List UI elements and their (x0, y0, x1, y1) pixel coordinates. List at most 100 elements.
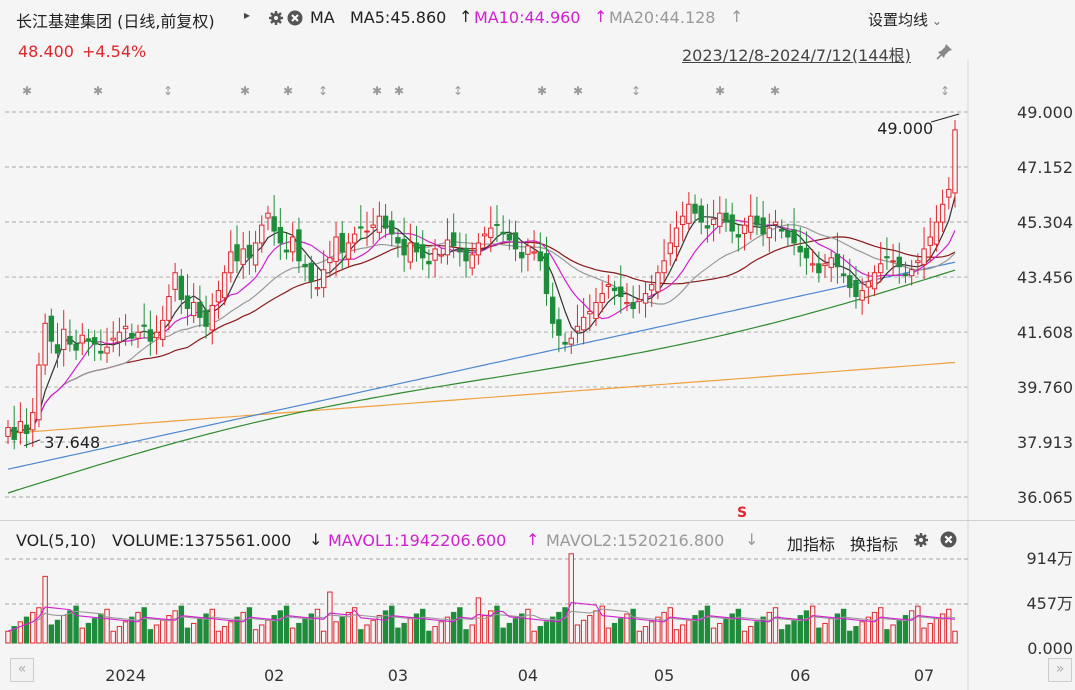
volume-bar (686, 619, 692, 644)
candlestick-chart[interactable]: ✱ ✱ ↕ ✱ ✱ ↕ ✱ ✱ ↕ ✱ ✱ ↕ ✱ ✱ ↕ S 49.000 47.152 45.304 43.45… (0, 0, 1075, 690)
candle-body (822, 263, 828, 267)
x-axis-label: 02 (264, 666, 284, 685)
candle-body (85, 338, 92, 342)
candle-body (197, 301, 203, 318)
candle-body (426, 260, 432, 265)
candle-body (878, 263, 884, 274)
event-marker-icon: ✱ (715, 84, 725, 98)
volume-bar (85, 622, 92, 644)
volume-bar (717, 622, 723, 644)
candle-body (927, 236, 933, 246)
candle-body (73, 343, 79, 351)
candle-body (413, 242, 420, 253)
candle-body (791, 229, 797, 244)
volume-axis-label: 0.000 (1027, 639, 1073, 658)
volume-bar (649, 621, 655, 644)
volume-bar (358, 629, 364, 644)
candle-body (290, 236, 296, 253)
candle-body (741, 224, 748, 234)
volume-bar (67, 610, 73, 644)
volume-bar (630, 608, 636, 644)
volume-bar (847, 630, 853, 644)
volume-bar (667, 607, 673, 644)
candle-body (277, 226, 284, 244)
volume-bar (574, 624, 581, 644)
candle-body (710, 218, 717, 226)
ma60-line (7, 269, 956, 494)
candle-body (636, 299, 643, 302)
volume-axis-label: 914万 (1026, 549, 1073, 568)
volume-bar (91, 618, 98, 644)
scroll-left-button[interactable]: « (10, 658, 34, 682)
volume-bar (859, 621, 865, 644)
volume-bar (407, 618, 414, 644)
candle-body (692, 203, 698, 214)
candle-body (17, 421, 24, 433)
candle-body (376, 215, 383, 233)
candle-body (129, 332, 135, 339)
volume-bar (36, 607, 42, 644)
candle-body (67, 335, 73, 345)
candle-body (537, 251, 544, 262)
volume-bar (748, 626, 754, 644)
candle-body (939, 203, 946, 223)
volume-bar (636, 630, 643, 644)
scroll-right-button[interactable]: » (1048, 658, 1072, 682)
candle-body (500, 231, 506, 235)
close-circle-icon[interactable] (940, 531, 957, 552)
price-axis-label: 41.608 (1017, 323, 1073, 342)
volume-bar (896, 619, 902, 644)
volume-bar (884, 629, 890, 644)
volume-bar (915, 605, 921, 644)
candle-body (438, 254, 444, 257)
volume-bar (457, 607, 463, 644)
candle-body (389, 220, 395, 235)
candle-body (568, 337, 574, 345)
candle-body (308, 262, 314, 283)
volume-bar (816, 627, 822, 644)
volume-bar (512, 618, 519, 644)
volume-bar (252, 629, 259, 644)
volume-bar (395, 627, 401, 644)
volume-bar (259, 624, 265, 644)
switch-indicator-button[interactable]: 换指标 (850, 531, 898, 555)
candle-body (116, 331, 123, 343)
candle-body (327, 257, 333, 264)
candle-body (580, 316, 587, 331)
candle-body (667, 242, 673, 255)
candle-body (221, 272, 228, 299)
add-indicator-button[interactable]: 加指标 (787, 531, 835, 555)
volume-bar (302, 618, 308, 644)
volume-bar (475, 597, 482, 644)
price-axis-label: 47.152 (1017, 158, 1073, 177)
volume-bar (370, 619, 376, 644)
candle-body (23, 424, 30, 434)
candle-body (153, 331, 160, 339)
volume-bar (17, 621, 24, 644)
candle-body (525, 245, 531, 255)
candle-body (809, 263, 816, 266)
volume-bar (54, 619, 61, 644)
volume-bar (228, 621, 234, 644)
volume-bar (209, 608, 215, 644)
volume-bar (283, 605, 290, 644)
candle-body (543, 253, 550, 295)
mavol2-arrow-icon: ↓ (745, 530, 759, 549)
candle-body (444, 239, 451, 256)
gear-icon[interactable] (913, 532, 929, 552)
volume-bar (333, 621, 339, 644)
candle-body (333, 236, 339, 262)
candle-body (649, 284, 655, 291)
candle-body (382, 215, 389, 229)
candle-body (339, 232, 345, 253)
volume-bar (122, 621, 129, 644)
candle-body (469, 254, 475, 269)
candle-body (642, 293, 649, 304)
candle-body (890, 260, 896, 263)
candle-body (395, 237, 401, 244)
candle-body (246, 244, 253, 259)
volume-bar (853, 626, 859, 644)
volume-bar (952, 630, 958, 644)
volume-bar (946, 608, 952, 644)
event-marker-icon: ✱ (283, 84, 293, 98)
